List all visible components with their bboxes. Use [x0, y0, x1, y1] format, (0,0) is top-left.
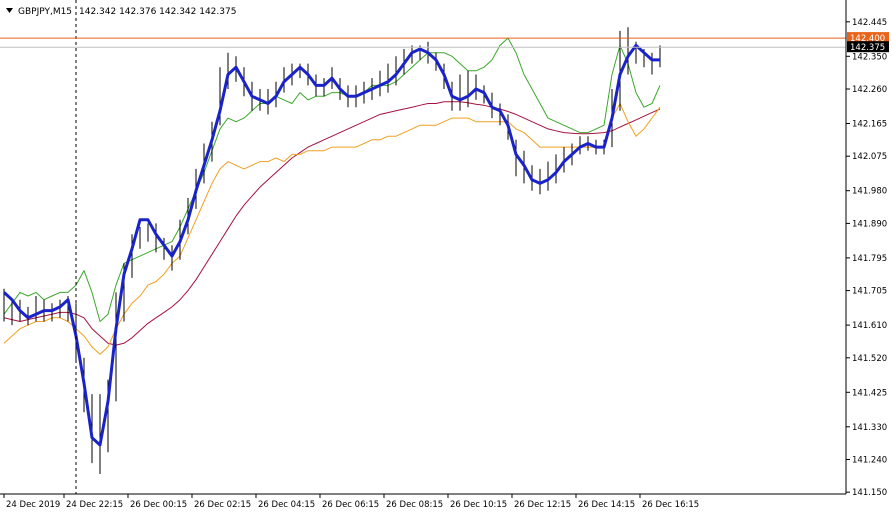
y-tick-label: 142.445: [852, 18, 887, 28]
x-tick-label: 26 Dec 12:15: [514, 500, 571, 510]
x-tick-label: 26 Dec 02:15: [194, 500, 251, 510]
y-tick-label: 141.240: [852, 456, 887, 466]
y-tick-label: 141.890: [852, 219, 887, 229]
x-tick-label: 26 Dec 14:15: [578, 500, 635, 510]
y-tick-label: 141.330: [852, 423, 887, 433]
chart-window[interactable]: 142.445 142.350 142.260 142.165 142.075 141.9…: [0, 0, 892, 514]
x-tick-label: 26 Dec 00:15: [130, 500, 187, 510]
x-tick-label: 26 Dec 10:15: [450, 500, 507, 510]
x-tick-label: 24 Dec 22:15: [66, 500, 123, 510]
y-tick-label: 142.350: [852, 52, 887, 62]
last-price-tag: 142.375: [850, 43, 885, 53]
price-chart[interactable]: 142.445 142.350 142.260 142.165 142.075 141.9…: [0, 0, 892, 514]
y-tick-label: 141.980: [852, 187, 887, 197]
y-tick-label: 142.165: [852, 120, 887, 130]
x-tick-label: 26 Dec 16:15: [642, 500, 699, 510]
y-tick-label: 141.520: [852, 354, 887, 364]
x-tick-label: 26 Dec 06:15: [322, 500, 379, 510]
x-tick-label: 26 Dec 08:15: [386, 500, 443, 510]
y-tick-label: 142.075: [852, 152, 887, 162]
y-tick-label: 141.150: [852, 488, 887, 498]
y-tick-label: 141.425: [852, 388, 887, 398]
y-tick-label: 141.610: [852, 321, 887, 331]
chart-ohlc: 142.342 142.376 142.342 142.375: [79, 7, 236, 17]
y-tick-label: 141.795: [852, 254, 887, 264]
x-tick-label: 24 Dec 2019: [6, 500, 60, 510]
y-tick-label: 141.705: [852, 287, 887, 297]
y-tick-label: 142.260: [852, 85, 887, 95]
chart-symbol: GBPJPY,M15: [18, 7, 72, 17]
x-tick-label: 26 Dec 04:15: [258, 500, 315, 510]
